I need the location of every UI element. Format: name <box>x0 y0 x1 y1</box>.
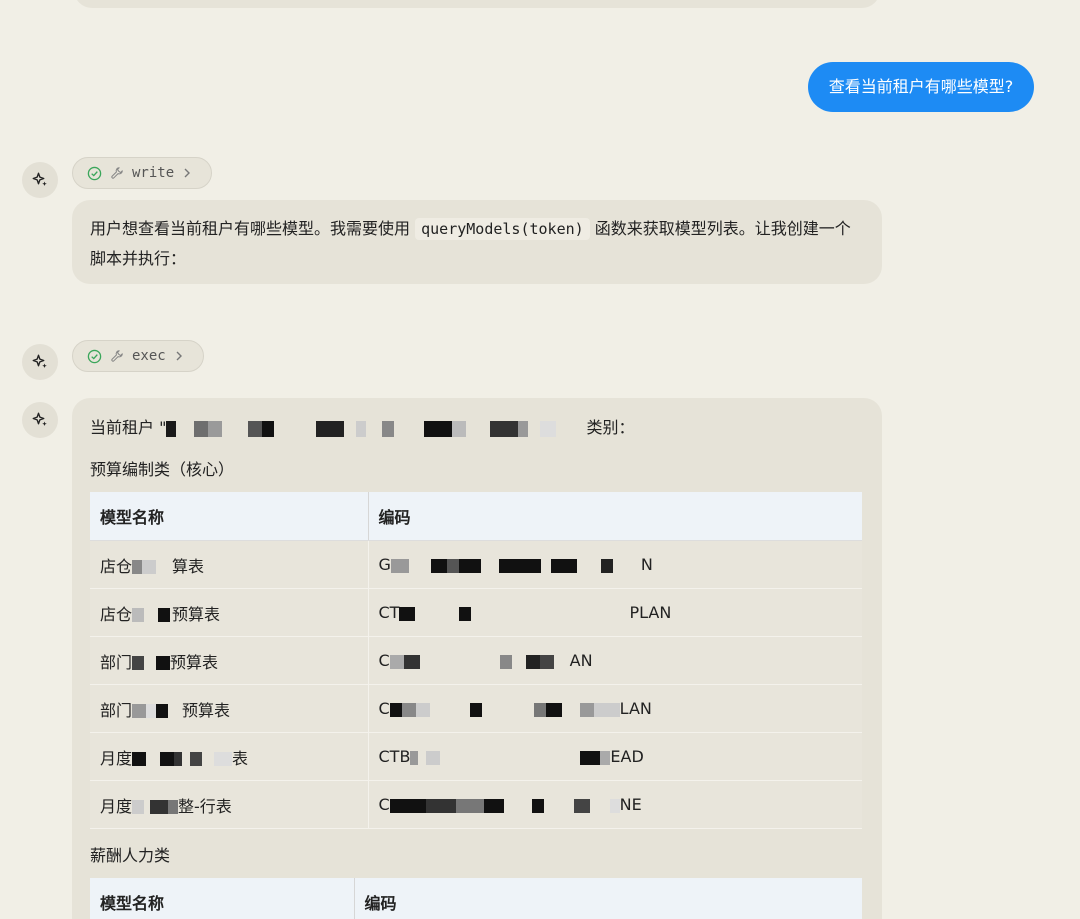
cell-model-name: 部门 预算表 <box>90 636 368 685</box>
table-row: 店仓 算表 GN <box>90 540 862 589</box>
check-circle-icon <box>87 349 102 364</box>
table-header-row: 模型名称 编码 <box>90 878 862 919</box>
cell-model-name: 部门 预算表 <box>90 684 368 733</box>
intro-prefix: 当前租户 " <box>90 418 167 437</box>
cell-model-name: 店仓 预算表 <box>90 588 368 637</box>
cell-model-code: C AN <box>367 636 862 685</box>
table-row: 店仓 预算表 CT PLAN <box>90 588 862 637</box>
cell-model-name: 月度 整-行表 <box>90 780 368 829</box>
section-title-budget: 预算编制类（核心） <box>90 460 235 479</box>
column-header-code: 编码 <box>367 492 862 541</box>
chevron-right-icon <box>182 167 192 179</box>
assistant-thinking-bubble: 用户想查看当前租户有哪些模型。我需要使用 queryModels(token) … <box>72 200 882 284</box>
thinking-text-pre: 用户想查看当前租户有哪些模型。我需要使用 <box>90 219 411 238</box>
table-row: 部门 预算表 C AN <box>90 636 862 685</box>
table-header-row: 模型名称 编码 <box>90 492 862 541</box>
tool-name: write <box>132 165 175 181</box>
result-intro: 当前租户 " 类别： <box>90 414 634 438</box>
cell-model-code: C NE <box>367 780 862 829</box>
check-circle-icon <box>87 166 102 181</box>
cell-model-name: 月度表 <box>90 732 368 781</box>
chat-page: 查看当前租户有哪些模型? write 用户想查看当前租户有哪些模型。我需要使用 … <box>0 0 1080 919</box>
cell-model-name: 店仓 算表 <box>90 540 368 589</box>
tool-call-write[interactable]: write <box>72 157 212 189</box>
section-title-hr: 薪酬人力类 <box>90 846 171 865</box>
cell-model-code: CT PLAN <box>367 588 862 637</box>
assistant-avatar <box>22 402 58 438</box>
column-header-name: 模型名称 <box>90 878 354 919</box>
assistant-avatar <box>22 344 58 380</box>
previous-message-bubble <box>74 0 880 8</box>
chevron-right-icon <box>174 350 184 362</box>
table-row: 月度表 CTB EAD <box>90 732 862 781</box>
budget-models-table: 模型名称 编码 店仓 算表 GN 店仓 预算表 CT PLAN 部门 预算表 C AN <box>90 492 862 829</box>
assistant-result-bubble: 当前租户 " 类别： 预算编制类（核心） 模型名称 编码 店仓 算表 GN 店仓 预算… <box>72 398 882 919</box>
sparkle-icon <box>32 354 47 368</box>
cell-model-code: CTB EAD <box>367 732 862 781</box>
user-message-bubble: 查看当前租户有哪些模型? <box>808 62 1034 112</box>
column-header-code: 编码 <box>353 878 862 919</box>
cell-model-code: GN <box>367 540 862 589</box>
intro-suffix: 类别： <box>586 418 635 437</box>
assistant-avatar <box>22 162 58 198</box>
sparkle-icon <box>32 172 47 186</box>
hr-models-table: 模型名称 编码 <box>90 878 862 919</box>
redacted-block <box>166 420 587 437</box>
table-row: 部门 预算表 C LAN <box>90 684 862 733</box>
cell-model-code: C LAN <box>367 684 862 733</box>
tool-name: exec <box>132 348 166 364</box>
sparkle-icon <box>32 412 47 426</box>
inline-code: queryModels(token) <box>415 218 590 240</box>
wrench-icon <box>110 349 124 363</box>
table-row: 月度 整-行表 C NE <box>90 780 862 829</box>
column-header-name: 模型名称 <box>90 492 368 541</box>
tool-call-exec[interactable]: exec <box>72 340 204 372</box>
wrench-icon <box>110 166 124 180</box>
